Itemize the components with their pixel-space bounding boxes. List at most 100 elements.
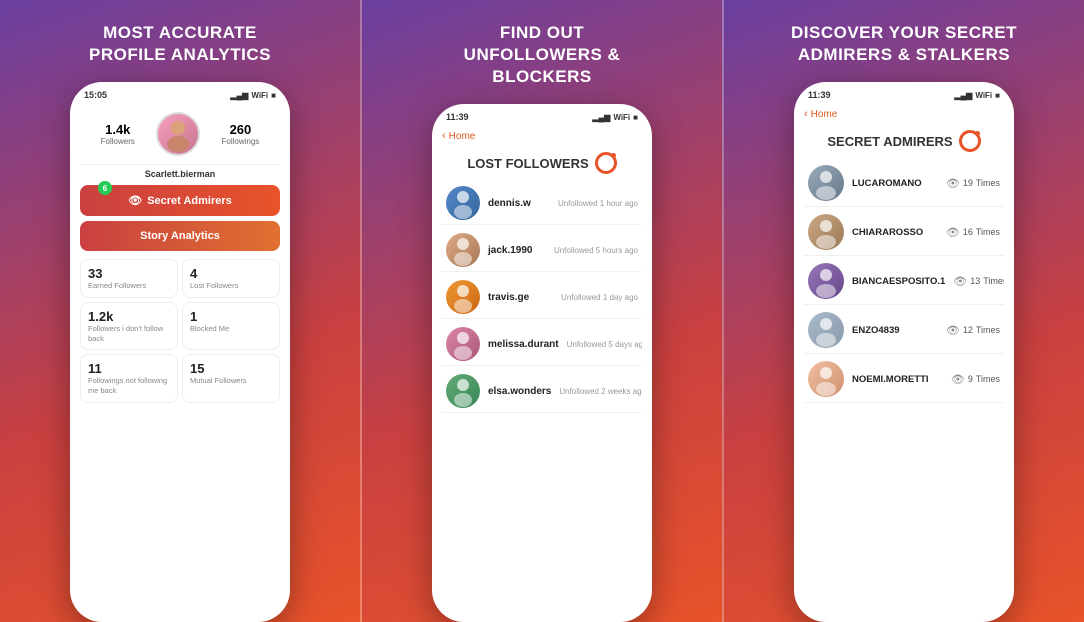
eye-icon-2: 👁: [953, 275, 967, 288]
admirer-views-1: 👁 16 Times: [946, 226, 1000, 239]
status-icons-left: ▂▄▆ WiFi ■: [230, 91, 276, 100]
admirer-avatar-2: [808, 263, 844, 299]
follower-time-3: Unfollowed 5 days ago: [567, 340, 642, 349]
stat-val-3: 1: [190, 309, 272, 324]
view-count-3: 12: [963, 325, 973, 335]
avatar-silhouette-3: [446, 327, 480, 361]
back-nav-middle[interactable]: ‹ Home: [432, 126, 652, 146]
stat-val-4: 11: [88, 361, 170, 376]
admirer-name-0: LUCAROMANO: [852, 178, 938, 189]
status-time-right: 11:39: [808, 90, 831, 100]
lost-followers-header: LOST FOLLOWERS: [432, 146, 652, 182]
battery-icon: ■: [271, 91, 276, 100]
follower-avatar-4: [446, 374, 480, 408]
home-link-right[interactable]: Home: [811, 109, 838, 120]
admirer-list: LUCAROMANO 👁 19 Times CHIARAROSSO 👁 16: [804, 160, 1004, 612]
eye-icon-btn: 👁: [128, 194, 142, 207]
followings-count: 260: [222, 122, 260, 137]
wifi-icon: WiFi: [251, 91, 268, 100]
avatar-silhouette-4: [446, 374, 480, 408]
stat-val-5: 15: [190, 361, 272, 376]
story-analytics-label: Story Analytics: [140, 230, 220, 242]
followers-stat: 1.4k Followers: [101, 122, 135, 146]
admirer-name-1: CHIARAROSSO: [852, 227, 938, 238]
status-bar-middle: 11:39 ▂▄▆ WiFi ■: [432, 104, 652, 126]
view-count-1: 16: [963, 227, 973, 237]
follower-list: dennis.w Unfollowed 1 hour ago jack.1990…: [442, 182, 642, 612]
followers-label: Followers: [101, 137, 135, 146]
follower-name-1: jack.1990: [488, 245, 533, 256]
secret-admirers-badge: 6: [98, 181, 112, 195]
list-item: travis.ge Unfollowed 1 day ago: [442, 276, 642, 319]
followers-count: 1.4k: [101, 122, 135, 137]
admirer-views-3: 👁 12 Times: [946, 324, 1000, 337]
wifi-icon-mid: WiFi: [613, 113, 630, 122]
home-link-middle[interactable]: Home: [449, 131, 476, 142]
admirer-avatar-3: [808, 312, 844, 348]
follower-time-0: Unfollowed 1 hour ago: [558, 199, 638, 208]
followings-stat: 260 Followings: [222, 122, 260, 146]
avatar-silhouette-1: [446, 233, 480, 267]
times-label-2: Times: [983, 276, 1004, 286]
story-analytics-button[interactable]: Story Analytics: [80, 221, 280, 251]
phone-middle: 11:39 ▂▄▆ WiFi ■ ‹ Home LOST FOLLOWERS: [432, 104, 652, 622]
status-icons-right: ▂▄▆ WiFi ■: [954, 91, 1000, 100]
admirer-avatar-1: [808, 214, 844, 250]
section-title-middle: LOST FOLLOWERS: [467, 156, 588, 171]
phone-left: 15:05 ▂▄▆ WiFi ■ 1.4k Followers: [70, 82, 290, 622]
eye-icon-4: 👁: [951, 373, 965, 386]
admirer-views-4: 👁 9 Times: [951, 373, 1000, 386]
profile-section: 1.4k Followers 260 Followings: [80, 104, 280, 165]
lost-followers-list: dennis.w Unfollowed 1 hour ago jack.1990…: [432, 182, 652, 622]
battery-icon-mid: ■: [633, 113, 638, 122]
view-count-4: 9: [968, 374, 973, 384]
follower-name-0: dennis.w: [488, 198, 531, 209]
profile-username: Scarlett.bierman: [80, 169, 280, 179]
list-item: LUCAROMANO 👁 19 Times: [804, 160, 1004, 207]
follower-name-2: travis.ge: [488, 292, 529, 303]
stat-desc-1: Lost Followers: [190, 281, 272, 291]
avatar-silhouette-2: [446, 280, 480, 314]
panel-middle-title: FIND OUT UNFOLLOWERS & BLOCKERS: [464, 22, 621, 88]
admirer-list-container: LUCAROMANO 👁 19 Times CHIARAROSSO 👁 16: [794, 160, 1014, 622]
status-icons-middle: ▂▄▆ WiFi ■: [592, 113, 638, 122]
secret-admirers-header: SECRET ADMIRERS: [794, 124, 1014, 160]
avatar-silhouette-0: [446, 186, 480, 220]
stat-card-5: 15 Mutual Followers: [182, 354, 280, 403]
status-bar-right: 11:39 ▂▄▆ WiFi ■: [794, 82, 1014, 104]
list-item: melissa.durant Unfollowed 5 days ago: [442, 323, 642, 366]
follower-avatar-2: [446, 280, 480, 314]
back-nav-right[interactable]: ‹ Home: [794, 104, 1014, 124]
stat-card-3: 1 Blocked Me: [182, 302, 280, 351]
secret-admirers-button[interactable]: 6 👁 Secret Admirers: [80, 185, 280, 216]
list-item: elsa.wonders Unfollowed 2 weeks ago: [442, 370, 642, 413]
wifi-icon-right: WiFi: [975, 91, 992, 100]
section-title-right: SECRET ADMIRERS: [827, 134, 952, 149]
admirer-name-4: NOEMI.MORETTI: [852, 374, 943, 385]
eye-icon-3: 👁: [946, 324, 960, 337]
follower-time-1: Unfollowed 5 hours ago: [554, 246, 638, 255]
eye-icon-1: 👁: [946, 226, 960, 239]
stat-desc-3: Blocked Me: [190, 324, 272, 334]
stat-val-0: 33: [88, 266, 170, 281]
admirer-name-2: BIANCAESPOSITO.1: [852, 276, 945, 287]
battery-icon-right: ■: [995, 91, 1000, 100]
stat-card-0: 33 Earned Followers: [80, 259, 178, 298]
stat-desc-0: Earned Followers: [88, 281, 170, 291]
stat-card-1: 4 Lost Followers: [182, 259, 280, 298]
follower-name-3: melissa.durant: [488, 339, 559, 350]
follower-avatar-3: [446, 327, 480, 361]
list-item: ENZO4839 👁 12 Times: [804, 307, 1004, 354]
stat-val-2: 1.2k: [88, 309, 170, 324]
admirer-views-0: 👁 19 Times: [946, 177, 1000, 190]
followings-label: Followings: [222, 137, 260, 146]
stat-desc-4: Followings not following me back: [88, 376, 170, 396]
list-item: NOEMI.MORETTI 👁 9 Times: [804, 356, 1004, 403]
admirer-name-3: ENZO4839: [852, 325, 938, 336]
times-label-1: Times: [976, 227, 1000, 237]
follower-time-2: Unfollowed 1 day ago: [561, 293, 638, 302]
status-time-left: 15:05: [84, 90, 107, 100]
eye-icon-0: 👁: [946, 177, 960, 190]
orange-logo-right: [959, 130, 981, 152]
chevron-left-icon-right: ‹: [804, 108, 808, 120]
